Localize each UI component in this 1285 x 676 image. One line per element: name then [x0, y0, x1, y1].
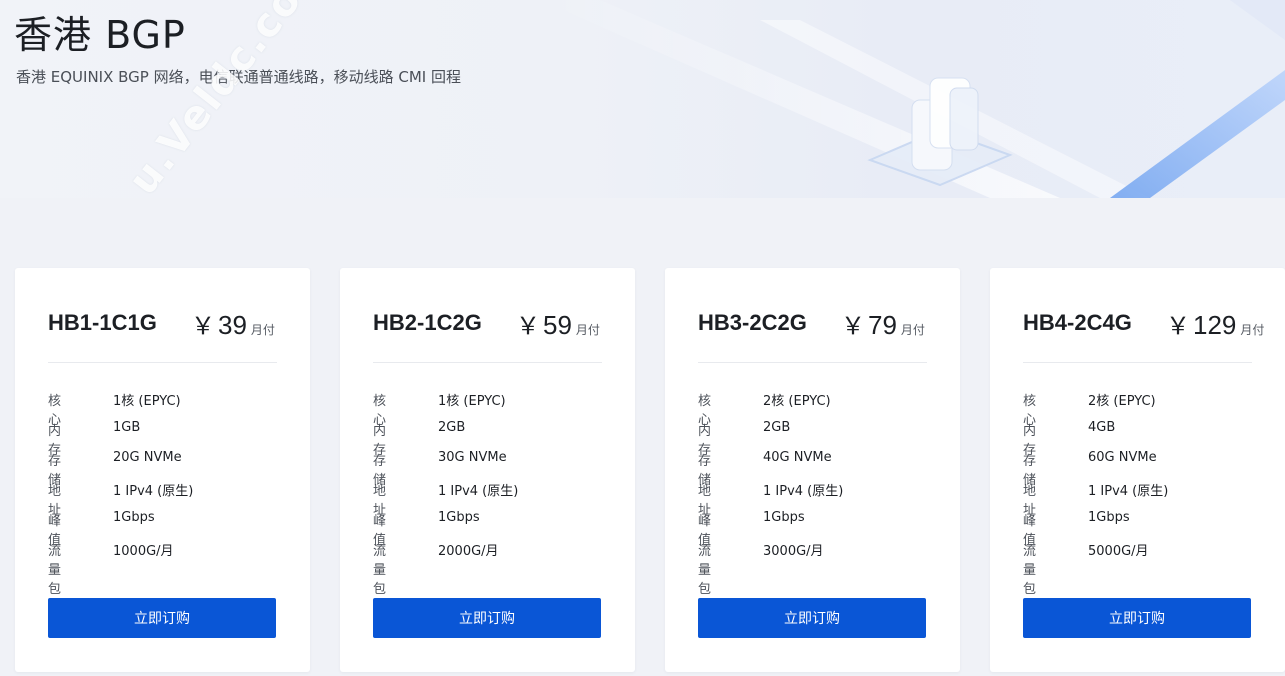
spec-value: 1 IPv4 (原生)	[113, 484, 194, 499]
server-illustration	[540, 0, 1285, 198]
spec-value: 60G NVMe	[1088, 450, 1157, 465]
spec-value: 2核 (EPYC)	[1088, 394, 1156, 409]
plan-card: HB1-1C1G ￥ 39 月付 核心 1核 (EPYC) 内存 1GB 存储 20G N…	[15, 268, 310, 672]
spec-value: 1GB	[113, 420, 141, 435]
plan-name: HB1-1C1G	[48, 310, 157, 335]
spec-label: 流量包	[698, 544, 712, 597]
billing-period: 月付	[900, 323, 925, 337]
plan-name: HB3-2C2G	[698, 310, 807, 335]
currency-symbol: ￥	[516, 312, 540, 340]
currency-symbol: ￥	[1166, 312, 1190, 340]
spec-label: 流量包	[1023, 544, 1037, 597]
spec-value: 2核 (EPYC)	[763, 394, 831, 409]
currency-symbol: ￥	[191, 312, 215, 340]
spec-value: 1Gbps	[438, 510, 480, 525]
order-button[interactable]: 立即订购	[698, 598, 926, 638]
spec-value: 1核 (EPYC)	[438, 394, 506, 409]
spec-value: 20G NVMe	[113, 450, 182, 465]
page-title: 香港 BGP	[14, 13, 186, 57]
spec-value: 40G NVMe	[763, 450, 832, 465]
spec-value: 1 IPv4 (原生)	[763, 484, 844, 499]
spec-value: 2GB	[438, 420, 466, 435]
plan-card: HB2-1C2G ￥ 59 月付 核心 1核 (EPYC) 内存 2GB 存储 30G N…	[340, 268, 635, 672]
plan-header: HB2-1C2G ￥ 59 月付	[373, 306, 602, 363]
spec-value: 3000G/月	[763, 544, 824, 559]
spec-label: 流量包	[48, 544, 62, 597]
page-subtitle: 香港 EQUINIX BGP 网络，电信联通普通线路，移动线路 CMI 回程	[16, 68, 461, 86]
plan-header: HB3-2C2G ￥ 79 月付	[698, 306, 927, 363]
spec-value: 30G NVMe	[438, 450, 507, 465]
spec-value: 2GB	[763, 420, 791, 435]
billing-period: 月付	[575, 323, 600, 337]
billing-period: 月付	[250, 323, 275, 337]
spec-value: 1 IPv4 (原生)	[1088, 484, 1169, 499]
spec-value: 1000G/月	[113, 544, 174, 559]
hero-banner: 香港 BGP 香港 EQUINIX BGP 网络，电信联通普通线路，移动线路 C…	[0, 0, 1285, 198]
spec-value: 1 IPv4 (原生)	[438, 484, 519, 499]
plan-card: HB4-2C4G ￥ 129 月付 核心 2核 (EPYC) 内存 4GB 存储 60G …	[990, 268, 1285, 672]
plan-price: ￥ 79 月付	[841, 306, 925, 341]
spec-label: 流量包	[373, 544, 387, 597]
plan-price: ￥ 129 月付	[1166, 306, 1264, 341]
order-button[interactable]: 立即订购	[1023, 598, 1251, 638]
spec-value: 1Gbps	[113, 510, 155, 525]
order-button[interactable]: 立即订购	[373, 598, 601, 638]
plan-name: HB4-2C4G	[1023, 310, 1132, 335]
plan-header: HB4-2C4G ￥ 129 月付	[1023, 306, 1264, 363]
order-button[interactable]: 立即订购	[48, 598, 276, 638]
plan-header: HB1-1C1G ￥ 39 月付	[48, 306, 277, 363]
plan-price: ￥ 39 月付	[191, 306, 275, 341]
currency-symbol: ￥	[841, 312, 865, 340]
plan-card: HB3-2C2G ￥ 79 月付 核心 2核 (EPYC) 内存 2GB 存储 40G N…	[665, 268, 960, 672]
price-amount: 129	[1193, 310, 1237, 340]
spec-value: 4GB	[1088, 420, 1116, 435]
price-amount: 59	[543, 310, 572, 340]
spec-value: 5000G/月	[1088, 544, 1149, 559]
billing-period: 月付	[1240, 323, 1265, 337]
price-amount: 39	[218, 310, 247, 340]
spec-value: 1Gbps	[763, 510, 805, 525]
plan-price: ￥ 59 月付	[516, 306, 600, 341]
spec-value: 1Gbps	[1088, 510, 1130, 525]
plan-name: HB2-1C2G	[373, 310, 482, 335]
spec-value: 2000G/月	[438, 544, 499, 559]
spec-value: 1核 (EPYC)	[113, 394, 181, 409]
price-amount: 79	[868, 310, 897, 340]
